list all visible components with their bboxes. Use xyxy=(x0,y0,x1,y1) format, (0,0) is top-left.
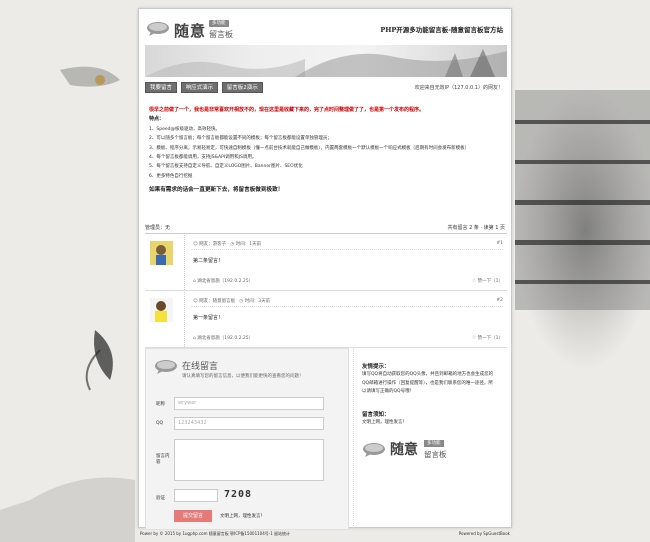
footer: Power by © 2015 by 1ugphp.com 随意留言板 鄂ICP… xyxy=(138,529,512,539)
tips-title: 友情提示： xyxy=(362,364,390,370)
tips-text: 填写QQ将自动获取您的QQ头像，并且到邮箱的地方也会生成您的QQ邮箱进行操作（回… xyxy=(362,372,494,394)
notice-closing: 如果有需求的话会一直更新下去，将留言板做到极致！ xyxy=(149,187,284,194)
content-label: 留言内容 xyxy=(156,454,170,465)
notice-block: 很早之前做了一个，我也是非常喜欢开相放不的，现在这里是收藏下来的，完了点时间整理… xyxy=(149,106,505,196)
nav-leave-message[interactable]: 我要留言 xyxy=(145,82,178,93)
feature-item: 5、每个留言板支持自定义导航、自定义LOGO图片、Banner图片、SEO优化 xyxy=(149,164,303,170)
message-item: ☺ 网友：随意留言板 ◷ 时间：3天前 #2 第一条留言！ ⌂ 湖北省恩施（19… xyxy=(145,292,507,348)
feature-item: 1、Speed@核级驱动，高效轻快。 xyxy=(149,126,220,132)
submit-button[interactable]: 提交留言 xyxy=(174,510,212,522)
logo-text: 随意 xyxy=(390,442,418,458)
logo-text: 随意 xyxy=(174,22,207,40)
message-item: ☺ 网友：游客子 ◷ 时间：1天前 #1 第二条留言！ ⌂ 湖北省恩施（192.… xyxy=(145,235,507,291)
message-time: 时间：3天前 xyxy=(244,299,271,304)
welcome-text: 欢迎来自无效IP（127.0.0.1）的网友！ xyxy=(414,85,503,91)
like-button[interactable]: ♡ 赞一下（1） xyxy=(472,335,503,341)
site-logo-small: 随意 多功能 留言板 xyxy=(362,438,472,464)
message-location-text: 湖北省恩施（192.0.2.25） xyxy=(197,336,254,341)
avatar-image-icon xyxy=(150,241,173,265)
pagination-info[interactable]: 共有留言 2 条 · 读第 1 页 xyxy=(448,222,506,234)
speech-bubble-icon xyxy=(363,443,385,457)
qq-label: QQ xyxy=(156,421,164,426)
site-title: PHP开源多功能留言板-随意留言板官方站 xyxy=(380,26,503,34)
header: 随意 多功能 留言板 PHP开源多功能留言板-随意留言板官方站 xyxy=(139,9,511,45)
message-time: 时间：1天前 xyxy=(235,242,262,247)
banner-image xyxy=(145,45,507,77)
message-location: ⌂ 湖北省恩施（192.0.2.25） xyxy=(193,278,253,284)
avatar-column xyxy=(145,292,185,347)
logo-subtext: 留言板 xyxy=(209,30,233,39)
message-content: 第二条留言！ xyxy=(193,258,224,264)
logo-tag: 多功能 xyxy=(424,440,444,447)
feature-item: 2、可以随多个留言板；每个留言板都能设置不同的模板；每个留言板都能设置单独管理员… xyxy=(149,136,332,142)
form-subtitle: 请认真填写您的留言信息，以便我们能更快的查看您的问题！ xyxy=(182,374,304,379)
notice-intro: 很早之前做了一个，我也是非常喜欢开相放不的，现在这里是收藏下来的，完了点时间整理… xyxy=(149,107,425,113)
footer-copyright: Power by © 2015 by 1ugphp.com 随意留言板 鄂ICP… xyxy=(140,531,291,536)
message-floor: #1 xyxy=(496,241,503,246)
logo-tag: 多功能 xyxy=(209,20,229,27)
features-title: 特点： xyxy=(149,116,165,123)
nav-responsive-demo[interactable]: 响应式演示 xyxy=(180,82,219,93)
message-author-line: ☺ 网友：游客子 ◷ 时间：1天前 xyxy=(193,241,261,247)
nav-board2-demo[interactable]: 留言板2演示 xyxy=(221,82,263,93)
captcha-label: 验证 xyxy=(156,496,165,501)
speech-bubble-icon xyxy=(147,22,169,36)
rules-text: 文明上网，理性发言！ xyxy=(362,420,407,425)
captcha-input[interactable] xyxy=(174,489,218,502)
message-content: 第一条留言！ xyxy=(193,315,224,321)
message-location: ⌂ 湖北省恩施（192.0.2.25） xyxy=(193,335,253,341)
avatar xyxy=(150,298,173,322)
message-author: 网友：随意留言板 xyxy=(199,299,236,304)
site-logo[interactable]: 随意 多功能 留言板 xyxy=(146,18,246,42)
divider xyxy=(191,306,503,307)
tips-panel: 友情提示： 填写QQ将自动获取您的QQ头像，并且到邮箱的地方也会生成您的QQ邮箱… xyxy=(353,348,507,530)
like-count: 赞一下（1） xyxy=(477,336,503,341)
avatar-image-icon xyxy=(150,298,173,322)
avatar-column xyxy=(145,235,185,290)
message-floor: #2 xyxy=(496,298,503,303)
qq-input[interactable]: 123243432 xyxy=(174,417,324,430)
message-meta-bar: 管理员：无 共有留言 2 条 · 读第 1 页 xyxy=(145,222,507,234)
message-location-text: 湖北省恩施（192.0.2.25） xyxy=(197,279,254,284)
top-nav: 我要留言 响应式演示 留言板2演示 xyxy=(145,82,265,94)
footer-powered-by[interactable]: Powered by SpGuestBook xyxy=(459,529,510,539)
banner-ink-art xyxy=(145,49,507,77)
submit-note: 文明上网，理性发言！ xyxy=(220,514,265,519)
content-textarea[interactable] xyxy=(174,439,324,481)
rules-title: 留言须知： xyxy=(362,412,390,418)
form-title: 在线留言 xyxy=(182,362,219,372)
logo-subtext: 留言板 xyxy=(424,450,447,459)
divider xyxy=(191,249,503,250)
feature-item: 4、每个留言板都能调用，支持JS&API调用和JS调用。 xyxy=(149,155,257,161)
message-form: 在线留言 请认真填写您的留言信息，以便我们能更快的查看您的问题！ 昵称 wryw… xyxy=(145,348,349,530)
like-count: 赞一下（1） xyxy=(477,279,503,284)
message-author-line: ☺ 网友：随意留言板 ◷ 时间：3天前 xyxy=(193,298,270,304)
admin-label: 管理员：无 xyxy=(145,225,171,231)
avatar xyxy=(150,241,173,265)
nickname-label: 昵称 xyxy=(156,402,165,407)
message-author: 网友：游客子 xyxy=(199,242,227,247)
nickname-input[interactable]: wrywer xyxy=(174,397,324,410)
like-button[interactable]: ♡ 赞一下（1） xyxy=(472,278,503,284)
feature-item: 3、模板、程序分离，示易轻易定，可快速自制模板（懂一点前台技术就能自己做模板），… xyxy=(149,145,470,151)
speech-bubble-icon xyxy=(155,360,177,374)
feature-item: 6、更多特色自行挖掘 xyxy=(149,173,193,179)
main-container: 随意 多功能 留言板 PHP开源多功能留言板-随意留言板官方站 我要留言 响应式… xyxy=(138,8,512,530)
captcha-image[interactable]: 7208 xyxy=(224,489,254,502)
